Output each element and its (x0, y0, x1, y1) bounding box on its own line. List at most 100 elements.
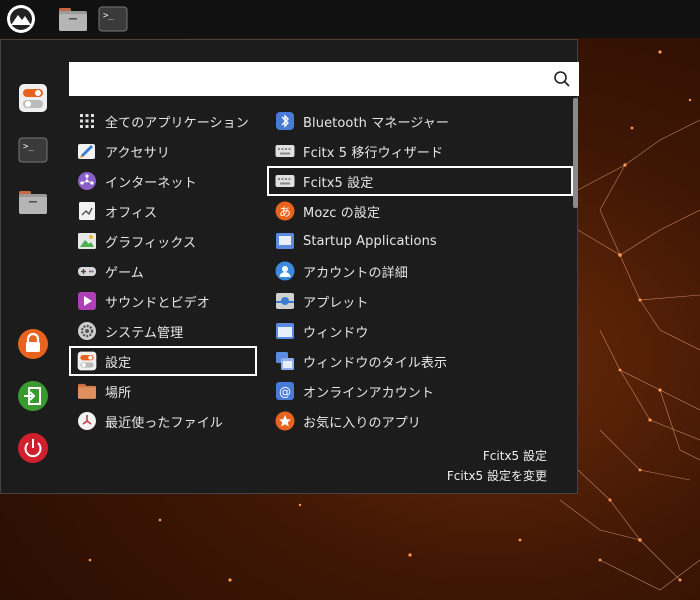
category-label: 最近使ったファイル (105, 415, 223, 431)
terminal-icon: >_ (18, 137, 48, 163)
recent-clock-icon (77, 411, 97, 431)
keyboard-icon (275, 171, 295, 191)
category-label: 場所 (105, 385, 132, 401)
accessories-icon (77, 141, 97, 161)
app-label: オンラインアカウント (303, 385, 435, 401)
app-startup-applications[interactable]: Startup Applications (267, 226, 573, 256)
app-label: アカウントの詳細 (303, 265, 408, 281)
category-system-administration[interactable]: システム管理 (69, 316, 257, 346)
app-bluetooth-manager[interactable]: Bluetooth マネージャー (267, 106, 573, 136)
search-input[interactable] (75, 66, 539, 92)
app-list-scrollbar[interactable] (573, 98, 578, 208)
favorites-column: >_ (1, 40, 63, 493)
star-icon (275, 411, 295, 431)
app-windows[interactable]: ウィンドウ (267, 316, 573, 346)
category-label: 全てのアプリケーション (105, 115, 249, 131)
svg-text:>_: >_ (23, 142, 34, 152)
logout-icon (18, 381, 48, 411)
lock-screen-button[interactable] (15, 326, 51, 362)
category-label: システム管理 (105, 325, 184, 341)
terminal-icon: >_ (98, 6, 128, 32)
category-internet[interactable]: インターネット (69, 166, 257, 196)
category-list: 全てのアプリケーション アクセサリ インターネット オフィス グラフィックス ゲ… (69, 106, 257, 446)
category-places[interactable]: 場所 (69, 376, 257, 406)
panel-terminal-button[interactable]: >_ (96, 2, 130, 36)
category-sound-and-video[interactable]: サウンドとビデオ (69, 286, 257, 316)
description-text: Fcitx5 設定を変更 (446, 469, 547, 483)
category-games[interactable]: ゲーム (69, 256, 257, 286)
power-icon (18, 433, 48, 463)
category-label: インターネット (105, 175, 197, 191)
multimedia-icon (77, 291, 97, 311)
search-icon (554, 71, 570, 87)
settings-toggle-icon (19, 84, 47, 112)
category-settings[interactable]: 設定 (69, 346, 257, 376)
app-applets[interactable]: アプレット (267, 286, 573, 316)
user-account-icon (275, 261, 295, 281)
app-menu-button[interactable] (4, 2, 38, 36)
category-label: 設定 (105, 355, 132, 371)
internet-icon (77, 171, 97, 191)
app-label: Mozc の設定 (303, 205, 381, 221)
app-label: Startup Applications (303, 233, 437, 249)
panel-file-manager-button[interactable] (56, 2, 90, 36)
category-label: ゲーム (105, 265, 144, 281)
online-accounts-icon: @ (275, 381, 295, 401)
settings-toggle-icon (77, 351, 97, 371)
svg-text:@: @ (279, 385, 291, 399)
app-account-details[interactable]: アカウントの詳細 (267, 256, 573, 286)
app-label: Fcitx5 設定 (303, 175, 374, 191)
category-graphics[interactable]: グラフィックス (69, 226, 257, 256)
app-label: ウィンドウのタイル表示 (303, 355, 448, 371)
app-fcitx5-settings[interactable]: Fcitx5 設定 (267, 166, 573, 196)
logout-button[interactable] (15, 378, 51, 414)
category-label: サウンドとビデオ (105, 295, 210, 311)
favorite-file-manager-button[interactable] (15, 184, 51, 220)
distro-logo-icon (7, 5, 35, 33)
app-window-tiling[interactable]: ウィンドウのタイル表示 (267, 346, 573, 376)
search-box (69, 62, 579, 96)
application-menu: >_ 全てのアプリケーション アクセサリ インターネット オフィス グラフィック… (0, 39, 579, 494)
folder-icon (77, 381, 97, 401)
category-label: オフィス (105, 205, 158, 221)
application-list: Bluetooth マネージャー Fcitx 5 移行ウィザード Fcitx5 … (267, 106, 573, 446)
app-online-accounts[interactable]: @ オンラインアカウント (267, 376, 573, 406)
svg-text:あ: あ (279, 205, 291, 219)
app-fcitx5-migrator[interactable]: Fcitx 5 移行ウィザード (267, 136, 573, 166)
graphics-icon (77, 231, 97, 251)
office-icon (77, 201, 97, 221)
shutdown-button[interactable] (15, 430, 51, 466)
category-accessories[interactable]: アクセサリ (69, 136, 257, 166)
keyboard-icon (275, 141, 295, 161)
favorite-terminal-button[interactable]: >_ (15, 132, 51, 168)
folder-icon (19, 191, 47, 214)
svg-text:>_: >_ (103, 11, 114, 21)
bluetooth-icon (275, 111, 295, 131)
applet-icon (275, 291, 295, 311)
gamepad-icon (77, 261, 97, 281)
category-all-applications[interactable]: 全てのアプリケーション (69, 106, 257, 136)
app-favorite-apps[interactable]: お気に入りのアプリ (267, 406, 573, 436)
app-label: アプレット (303, 295, 369, 311)
favorite-settings-button[interactable] (15, 80, 51, 116)
category-label: アクセサリ (105, 145, 170, 161)
category-office[interactable]: オフィス (69, 196, 257, 226)
category-recent-files[interactable]: 最近使ったファイル (69, 406, 257, 436)
window-icon (275, 321, 295, 341)
lock-icon (18, 329, 48, 359)
app-mozc-settings[interactable]: あ Mozc の設定 (267, 196, 573, 226)
folder-icon (59, 8, 87, 31)
category-label: グラフィックス (105, 235, 197, 251)
startup-icon (275, 231, 295, 251)
window-tile-icon (275, 351, 295, 371)
description-title: Fcitx5 設定 (482, 449, 547, 463)
grid-icon (77, 111, 97, 131)
app-label: Fcitx 5 移行ウィザード (303, 145, 444, 161)
top-panel: >_ (0, 0, 700, 38)
app-label: ウィンドウ (303, 325, 369, 341)
system-gear-icon (77, 321, 97, 341)
mozc-icon: あ (275, 201, 295, 221)
app-label: Bluetooth マネージャー (303, 115, 449, 131)
item-description: Fcitx5 設定 Fcitx5 設定を変更 (447, 446, 547, 486)
app-label: お気に入りのアプリ (303, 415, 421, 431)
